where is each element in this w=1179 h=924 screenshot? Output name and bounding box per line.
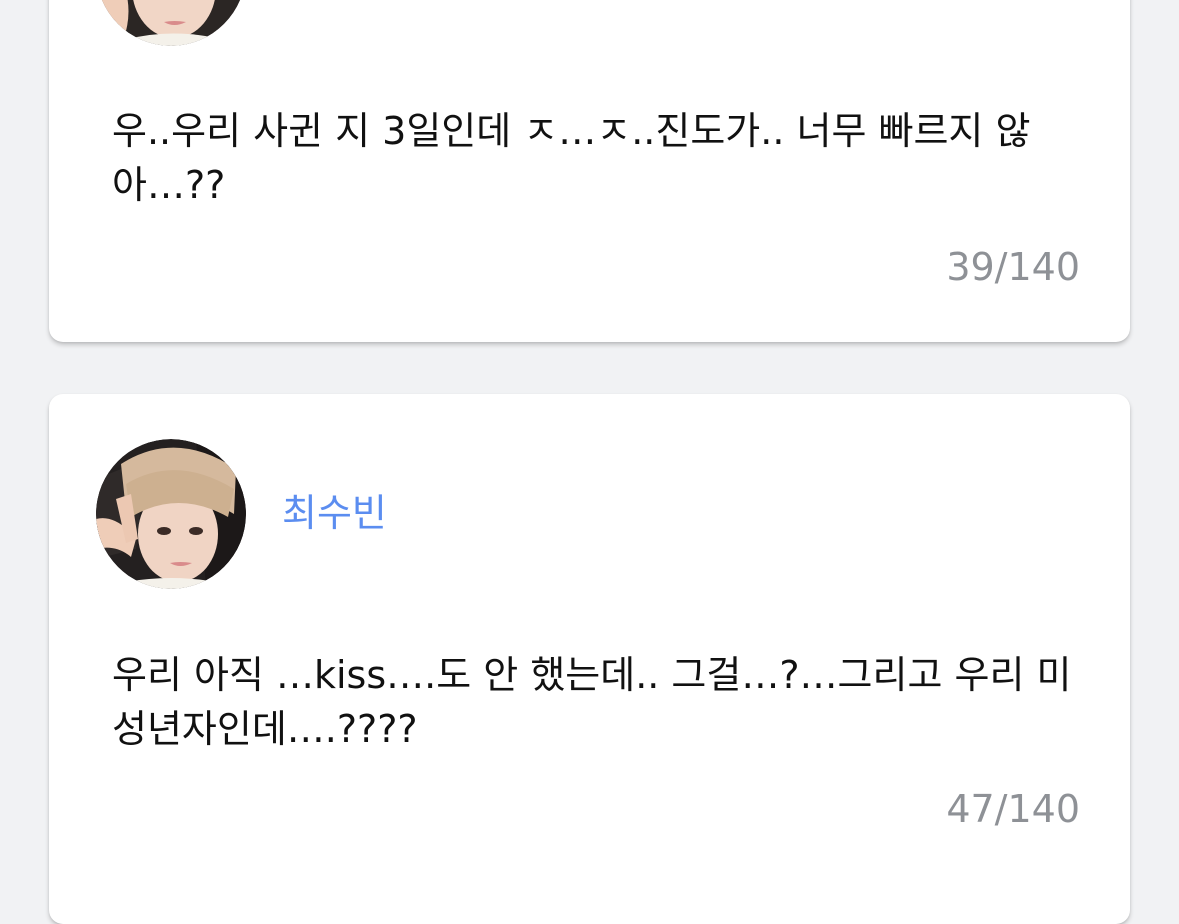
author-name[interactable]: 최수빈 — [282, 490, 387, 536]
character-counter: 39/140 — [946, 245, 1080, 289]
comment-card: 우..우리 사귄 지 3일인데 ㅈ…ㅈ..진도가.. 너무 빠르지 않아…?? … — [49, 0, 1130, 342]
comment-text: 우리 아직 …kiss….도 안 했는데.. 그걸…?…그리고 우리 미성년자인… — [112, 653, 1072, 751]
avatar[interactable] — [96, 439, 246, 589]
comment-card: 최수빈 우리 아직 …kiss….도 안 했는데.. 그걸…?…그리고 우리 미… — [49, 394, 1130, 924]
avatar-image — [96, 439, 246, 589]
character-counter: 47/140 — [946, 787, 1080, 831]
comment-text: 우..우리 사귄 지 3일인데 ㅈ…ㅈ..진도가.. 너무 빠르지 않아…?? — [112, 109, 1031, 207]
avatar-image — [96, 0, 246, 46]
avatar[interactable] — [96, 0, 246, 46]
